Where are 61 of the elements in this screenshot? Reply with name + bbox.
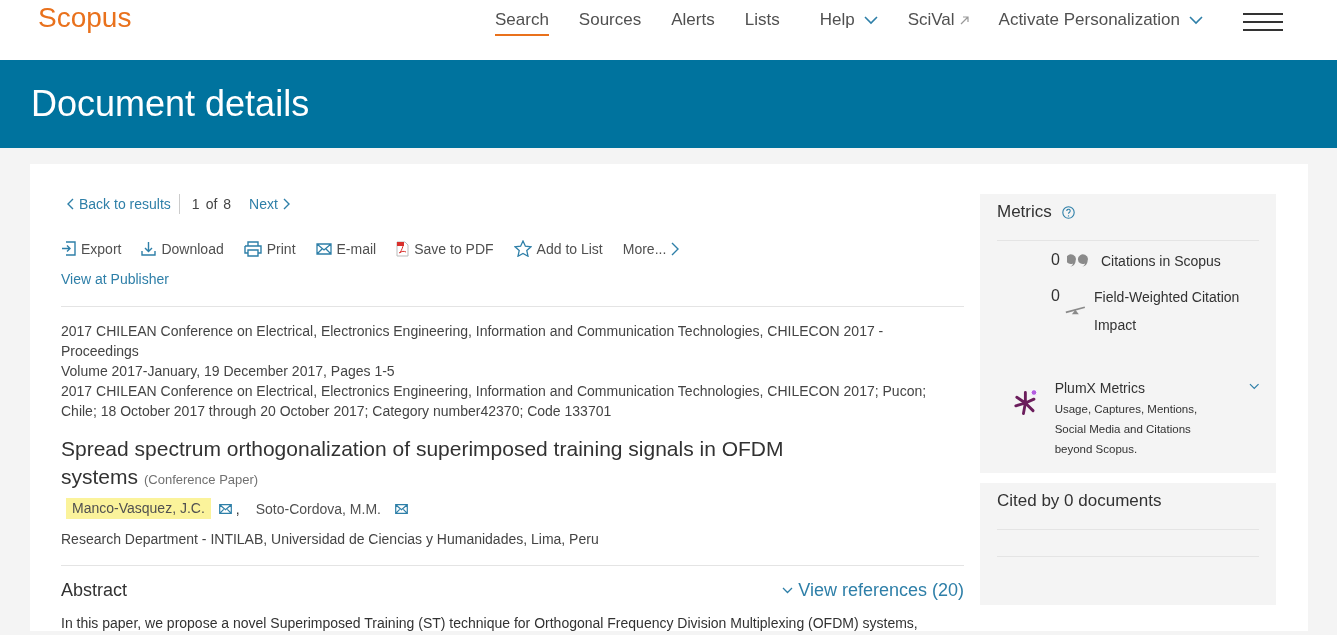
external-link-icon [959,15,969,25]
balance-icon [1065,303,1087,315]
toolbar-action[interactable]: Download [141,240,224,257]
caret-icon [1189,15,1203,25]
help-icon[interactable] [1061,205,1075,219]
page-title: Document details [31,83,310,125]
toolbar-action[interactable]: Print [243,240,296,257]
abstract-heading: Abstract [61,580,128,601]
envelope-icon[interactable] [218,503,232,514]
chevron-right-icon [282,198,290,210]
metric-value: 0 [1051,287,1061,305]
caret-icon [782,587,794,594]
download-icon [141,241,157,256]
nav-link[interactable]: Sources [578,10,642,36]
envelope-icon[interactable] [394,503,408,514]
toolbar-action[interactable]: Save to PDF [396,240,494,257]
document-title: Spread spectrum orthogonalization of superimposed training signals in OFDM [61,436,784,462]
toolbar-action[interactable]: Export [61,240,122,257]
nav-link[interactable]: Help [819,10,878,36]
metric-label: Field-Weighted Citation Impact [1094,288,1241,335]
abstract-text: In this paper, we propose a novel Superimposed Training (ST) technique for Orthogonal Frequency Division Multiplexing (OFDM) systems, [61,615,919,631]
result-total: 8 [223,196,232,212]
metric-label: Citations in Scopus [1101,252,1221,271]
chevron-right-icon [671,241,680,256]
document-title: systems [61,464,138,490]
menu-icon[interactable] [1243,13,1283,31]
document-type: (Conference Paper) [144,471,259,489]
author-separator: , [235,500,240,517]
toolbar-action[interactable]: More... [622,240,680,257]
view-at-publisher-link[interactable]: View at Publisher [61,271,169,287]
next-link[interactable]: Next [249,196,290,212]
source-info-text: 2017 CHILEAN Conference on Electrical, Electronics Engineering, Information and Communication Technologies, CHILECON 2017; Pucon; Chile; 18 October 2017 through 20 October 2017; Category number42370; Code 133701 [61,382,928,421]
export-icon [61,241,76,256]
print-icon [243,240,262,257]
nav-link[interactable]: Activate Personalization [998,10,1203,36]
metrics-title: Metrics [997,202,1052,222]
source-info-text: Volume 2017-January, 19 December 2017, Pages 1-5 [61,362,396,381]
nav-link[interactable]: SciVal [907,10,969,36]
plumx-title[interactable]: PlumX Metrics [1054,380,1145,396]
author-link[interactable]: Manco-Vasquez, J.C. [66,498,211,519]
chevron-left-icon [67,198,74,210]
toolbar-action[interactable]: Add to List [513,240,603,257]
nav-link[interactable]: Lists [744,10,780,36]
toolbar-action[interactable]: E-mail [315,240,377,257]
source-info-text: 2017 CHILEAN Conference on Electrical, Electronics Engineering, Information and Communication Technologies, CHILECON 2017 - Proceedings [61,322,885,361]
cited-by-title: Cited by 0 documents [997,491,1162,511]
pdf-file-icon [396,240,410,257]
back-to-results-link[interactable]: Back to results [67,196,171,212]
result-of: of [205,196,218,212]
metric-value: 0 [1051,251,1061,269]
star-icon [513,240,532,257]
envelope-icon [315,242,332,255]
plumx-description: Usage, Captures, Mentions, Social Media and Citations beyond Scopus. [1054,402,1199,457]
author-link[interactable]: Soto-Cordova, M.M. [249,498,387,519]
nav-link[interactable]: Alerts [671,10,715,36]
nav-link[interactable]: Search [494,10,549,36]
caret-icon[interactable] [1248,383,1259,390]
caret-icon [863,15,878,25]
result-position: 1 [191,196,200,212]
affiliation-text: Research Department - INTILAB, Universidad de Ciencias y Humanidades, Lima, Peru [61,531,600,547]
view-references-link[interactable]: View references (20) [782,580,964,601]
